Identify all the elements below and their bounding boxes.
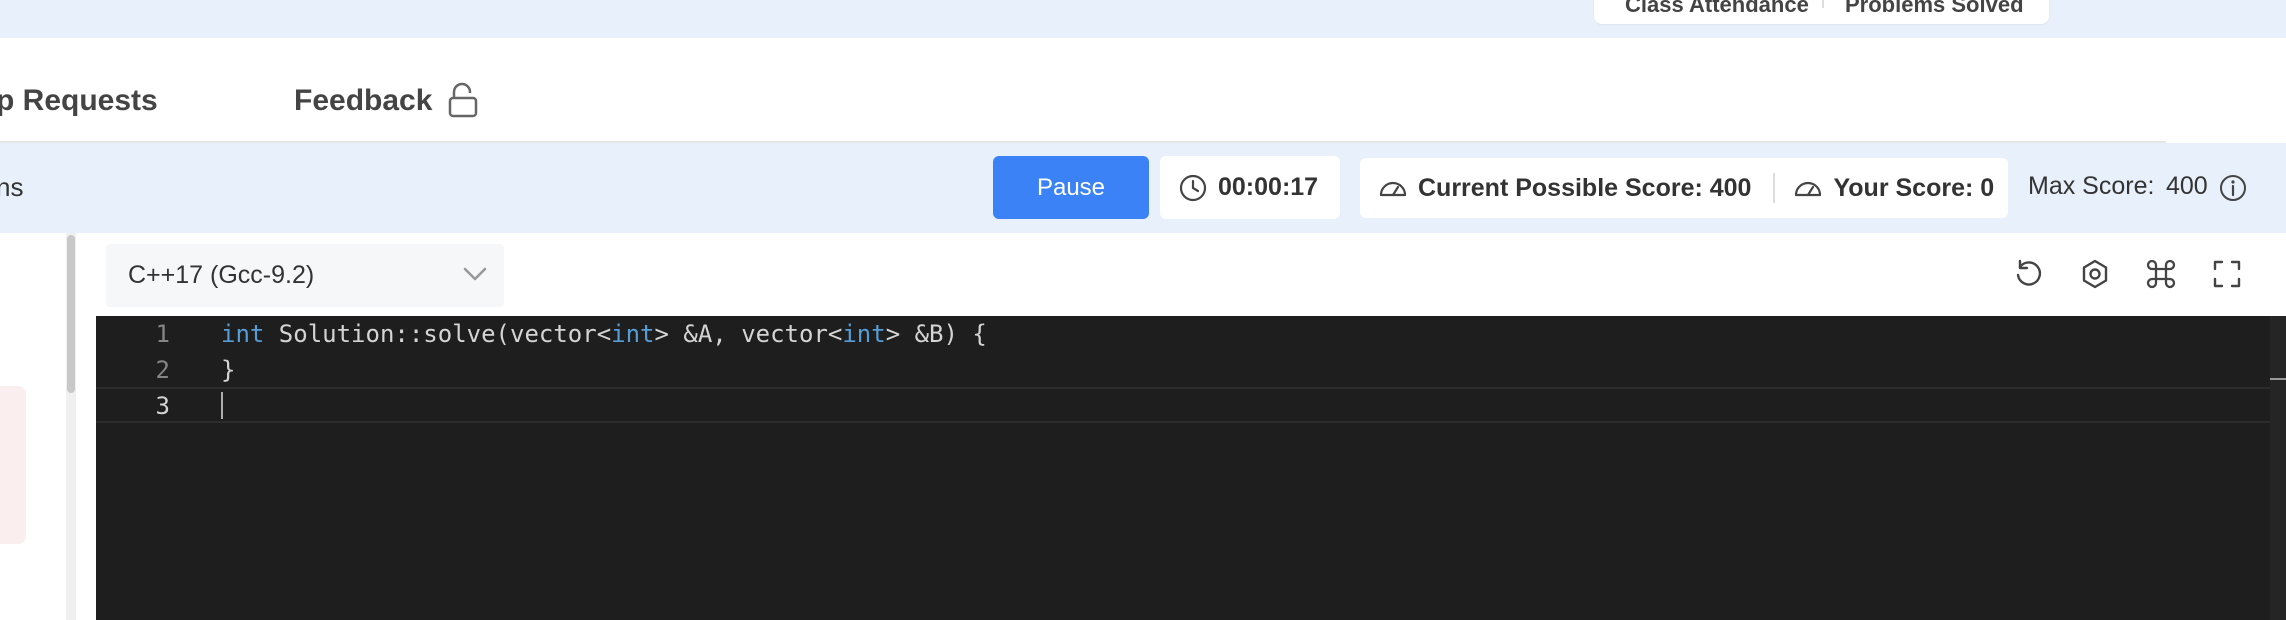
- code-token: Solution::solve(vector<: [264, 320, 612, 348]
- timer-value: 00:00:17: [1218, 173, 1319, 201]
- language-select[interactable]: C++17 (Gcc-9.2): [106, 244, 504, 307]
- current-line-highlight: [96, 387, 2270, 423]
- speedometer-icon: [1793, 176, 1823, 200]
- left-panel-scroll-thumb[interactable]: [67, 235, 75, 393]
- shortcuts-icon[interactable]: [2144, 257, 2178, 291]
- settings-icon[interactable]: [2078, 257, 2112, 291]
- line-number: 1: [155, 320, 170, 348]
- line-number: 2: [155, 356, 170, 384]
- your-score: Your Score: 0: [1833, 173, 1995, 202]
- code-line: }: [221, 356, 236, 384]
- info-icon[interactable]: [2218, 173, 2248, 208]
- editor-overview-ruler-marker: [2270, 378, 2286, 380]
- code-token: > &B) {: [885, 320, 987, 348]
- stats-divider: [1822, 0, 1824, 8]
- keyword-token: int: [221, 320, 265, 348]
- current-possible-score: Current Possible Score: 400: [1418, 173, 1752, 202]
- clock-icon: [1178, 173, 1208, 203]
- score-divider: [1773, 173, 1776, 203]
- reset-icon[interactable]: [2011, 257, 2045, 291]
- editor-scrollbar[interactable]: [2270, 316, 2286, 620]
- code-editor[interactable]: [96, 316, 2286, 620]
- tab-help-requests[interactable]: p Requests: [0, 84, 158, 118]
- speedometer-icon: [1378, 176, 1408, 200]
- tab-feedback[interactable]: Feedback: [294, 84, 432, 118]
- language-select-value: C++17 (Gcc-9.2): [128, 261, 315, 289]
- fullscreen-icon[interactable]: [2210, 257, 2244, 291]
- toolbar-left-text: ns: [0, 172, 24, 202]
- chevron-down-icon: [462, 264, 488, 289]
- left-panel-card: [0, 386, 26, 544]
- text-cursor: [221, 392, 223, 419]
- class-attendance-label: Class Attendance: [1625, 0, 1809, 17]
- unlock-icon: [446, 82, 480, 123]
- code-line: int Solution::solve(vector<int> &A, vect…: [221, 320, 987, 348]
- max-score-value: 400: [2166, 172, 2208, 200]
- max-score-label: Max Score:: [2028, 172, 2155, 200]
- keyword-token: int: [842, 320, 886, 348]
- pause-button[interactable]: Pause: [993, 156, 1149, 219]
- line-number: 3: [155, 392, 170, 420]
- code-token: > &A, vector<: [654, 320, 843, 348]
- problems-solved-label: Problems Solved: [1845, 0, 2024, 17]
- timer: 00:00:17: [1160, 156, 1340, 219]
- keyword-token: int: [611, 320, 655, 348]
- score-panel: Current Possible Score: 400 Your Score: …: [1360, 158, 2008, 218]
